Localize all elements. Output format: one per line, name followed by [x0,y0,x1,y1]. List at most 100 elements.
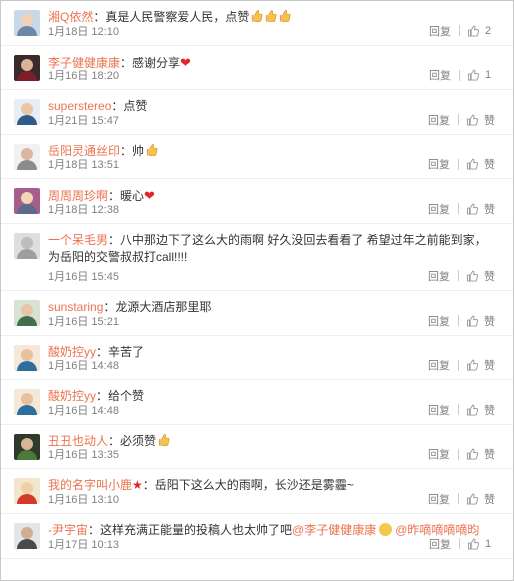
reply-button[interactable]: 回复 [428,268,450,284]
avatar[interactable] [14,10,40,36]
like-icon[interactable] [466,404,479,416]
like-icon[interactable] [466,359,479,371]
avatar[interactable] [14,389,40,416]
comment-actions: 回复 赞 [428,268,495,284]
comment-list: 湘Q依然：真是人民警察爱人民，点赞 1月18日 12:10 回复 2 李子健健康康：感谢… [1,1,513,579]
comment-actions: 回复 1 [429,536,495,552]
reply-button[interactable]: 回复 [428,156,450,172]
heart-icon: ❤ [144,188,155,204]
comment-item: sunstaring：龙源大酒店那里耶 1月16日 15:21 回复赞 [1,291,513,336]
face-icon [379,522,393,536]
avatar[interactable] [14,188,40,215]
timestamp: 1月16日 15:45 [48,270,119,283]
thumbs-up-icon [250,9,263,23]
comment-actions: 回复 赞 [428,446,495,462]
reply-button[interactable]: 回复 [429,536,451,552]
comment-panel: 湘Q依然：真是人民警察爱人民，点赞 1月18日 12:10 回复 2 李子健健康康：感谢… [0,0,514,581]
avatar[interactable] [14,232,40,259]
like-icon[interactable] [466,114,479,126]
avatar[interactable] [14,344,40,371]
like-label[interactable]: 赞 [484,402,495,418]
reply-button[interactable]: 回复 [428,357,450,373]
like-icon[interactable] [466,493,479,505]
like-icon[interactable] [466,448,479,460]
thumbs-up-icon [145,143,158,157]
divider [458,359,459,371]
heart-icon: ❤ [180,54,191,70]
comment-item: 酸奶控yy：辛苦了 1月16日 14:48 回复赞 [1,336,513,381]
comment-text: ：岳阳下这么大的雨啊，长沙还是雾霾~ [142,478,354,493]
like-count[interactable]: 1 [485,538,495,550]
comment-item: 周周周珍啊：暖心❤ 1月18日 12:38 回复赞 [1,179,513,224]
reply-button[interactable]: 回复 [428,491,450,507]
like-label[interactable]: 赞 [484,156,495,172]
comment-item: 丑丑也动人：必须赞 1月16日 13:35 回复赞 [1,425,513,470]
comment-actions: 回复 赞 [428,402,495,418]
reply-button[interactable]: 回复 [428,313,450,329]
divider [459,69,460,81]
avatar[interactable] [14,54,40,81]
like-icon[interactable] [467,69,480,81]
comment-item: 岳阳灵通丝印：帅 1月18日 13:51 回复赞 [1,135,513,180]
like-label[interactable]: 赞 [484,491,495,507]
like-label[interactable]: 赞 [484,446,495,462]
avatar[interactable] [14,433,40,460]
like-count[interactable]: 1 [485,69,495,81]
timestamp: 1月16日 15:21 [48,315,119,328]
timestamp: 1月16日 18:20 [48,70,119,83]
like-icon[interactable] [466,203,479,215]
reply-button[interactable]: 回复 [428,201,450,217]
comment-item: 一个呆毛男：八中那边下了这么大的雨啊 好久没回去看看了 希望过年之前能到家， 为… [1,224,513,291]
reply-button[interactable]: 回复 [428,446,450,462]
avatar[interactable] [14,522,40,549]
avatar[interactable] [14,143,40,170]
reply-button[interactable]: 回复 [429,67,451,83]
comment-item-partial [1,559,513,579]
reply-button[interactable]: 回复 [429,23,451,39]
divider [458,404,459,416]
divider [459,25,460,37]
comment-item: superstereo：点赞 1月21日 15:47 回复赞 [1,90,513,135]
comment-item: 酸奶控yy：给个赞 1月16日 14:48 回复赞 [1,380,513,425]
avatar[interactable] [14,299,40,326]
comment-actions: 回复 赞 [428,201,495,217]
reply-button[interactable]: 回复 [428,402,450,418]
like-icon[interactable] [466,270,479,282]
reply-button[interactable]: 回复 [428,112,450,128]
avatar[interactable] [14,478,40,505]
comment-actions: 回复 赞 [428,491,495,507]
like-label[interactable]: 赞 [484,268,495,284]
like-icon[interactable] [467,25,480,37]
comment-actions: 回复 1 [429,67,495,83]
divider [459,538,460,550]
comment-item: -尹宇宙：这样充满正能量的投稿人也太帅了吧@李子健健康康 @昨嘀嘀嘀嘀昀 1月17日… [1,514,513,559]
username-link[interactable]: 一个呆毛男 [48,233,108,247]
like-label[interactable]: 赞 [484,357,495,373]
thumbs-up-icon [278,9,291,23]
star-icon: ★ [132,478,143,493]
mention-link[interactable]: @李子健健康康 [292,523,376,537]
comment-item: 李子健健康康：感谢分享❤ 1月16日 18:20 回复 1 [1,46,513,91]
comment-item: 湘Q依然：真是人民警察爱人民，点赞 1月18日 12:10 回复 2 [1,1,513,46]
divider [458,270,459,282]
divider [458,448,459,460]
divider [458,315,459,327]
like-label[interactable]: 赞 [484,112,495,128]
timestamp: 1月16日 13:35 [48,449,119,462]
like-label[interactable]: 赞 [484,201,495,217]
timestamp: 1月21日 15:47 [48,114,119,127]
like-icon[interactable] [467,538,480,550]
divider [458,114,459,126]
like-count[interactable]: 2 [485,25,495,37]
comment-actions: 回复 赞 [428,357,495,373]
like-label[interactable]: 赞 [484,313,495,329]
timestamp: 1月16日 13:10 [48,493,119,506]
like-icon[interactable] [466,158,479,170]
divider [458,493,459,505]
timestamp: 1月18日 12:38 [48,203,119,216]
comment-actions: 回复 赞 [428,313,495,329]
timestamp: 1月18日 12:10 [48,25,119,38]
avatar[interactable] [14,99,40,126]
comment-text: ：八中那边下了这么大的雨啊 好久没回去看看了 希望过年之前能到家， 为岳阳的交警… [48,232,487,264]
like-icon[interactable] [466,315,479,327]
